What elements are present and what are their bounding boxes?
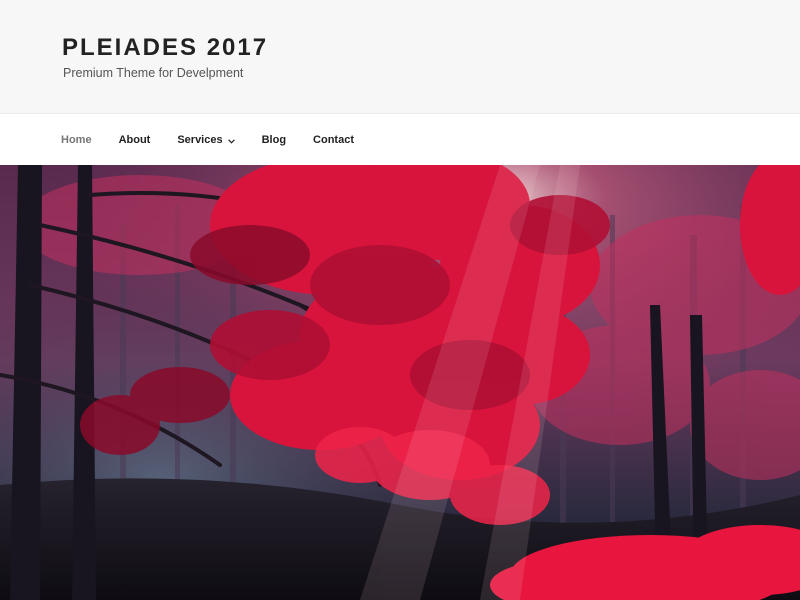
- red-forest-illustration: [0, 165, 800, 600]
- nav-item-contact[interactable]: Contact: [313, 134, 354, 146]
- nav-item-blog[interactable]: Blog: [262, 134, 286, 146]
- hero-image: [0, 165, 800, 600]
- nav-item-services[interactable]: Services: [177, 134, 235, 147]
- site-title[interactable]: PLEIADES 2017: [62, 34, 268, 62]
- nav-item-about[interactable]: About: [119, 134, 151, 146]
- nav-item-label: Services: [177, 134, 223, 146]
- nav-item-label: Blog: [261, 134, 287, 146]
- nav-item-label: Contact: [313, 134, 354, 146]
- nav-item-label: About: [118, 134, 151, 146]
- main-navigation: Home About Services Blog Contact: [0, 115, 800, 165]
- nav-item-label: Home: [61, 134, 92, 146]
- site-header: PLEIADES 2017 Premium Theme for Develpme…: [0, 0, 800, 114]
- nav-item-home[interactable]: Home: [61, 134, 92, 146]
- nav-menu: Home About Services Blog Contact: [61, 115, 354, 165]
- site-tagline: Premium Theme for Develpment: [63, 66, 244, 80]
- chevron-down-icon: [227, 135, 235, 147]
